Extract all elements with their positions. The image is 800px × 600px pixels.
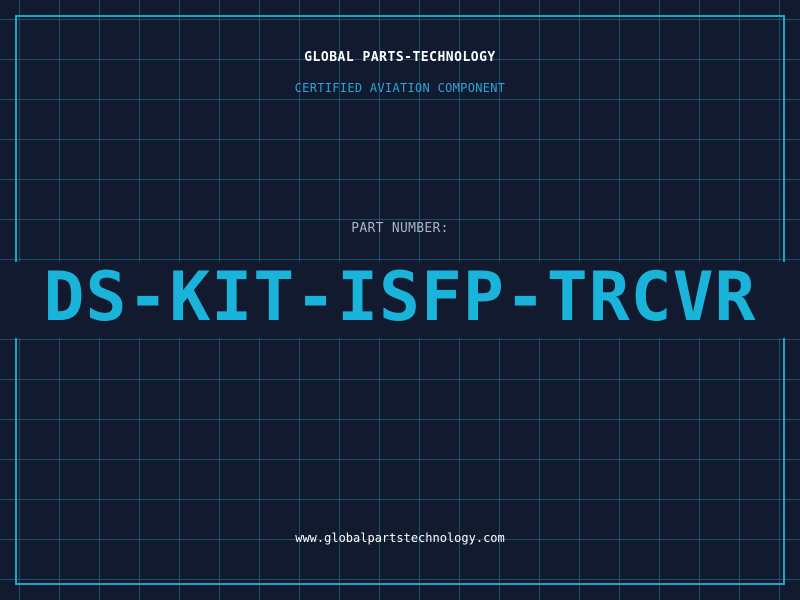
website-url: www.globalpartstechnology.com — [295, 531, 505, 545]
part-card: GLOBAL PARTS-TECHNOLOGY CERTIFIED AVIATI… — [0, 0, 800, 600]
part-number-label: PART NUMBER: — [351, 221, 449, 236]
part-number-value: DS-KIT-ISFP-TRCVR — [43, 258, 757, 337]
company-name: GLOBAL PARTS-TECHNOLOGY — [304, 50, 496, 65]
certification-subtitle: CERTIFIED AVIATION COMPONENT — [294, 81, 506, 95]
